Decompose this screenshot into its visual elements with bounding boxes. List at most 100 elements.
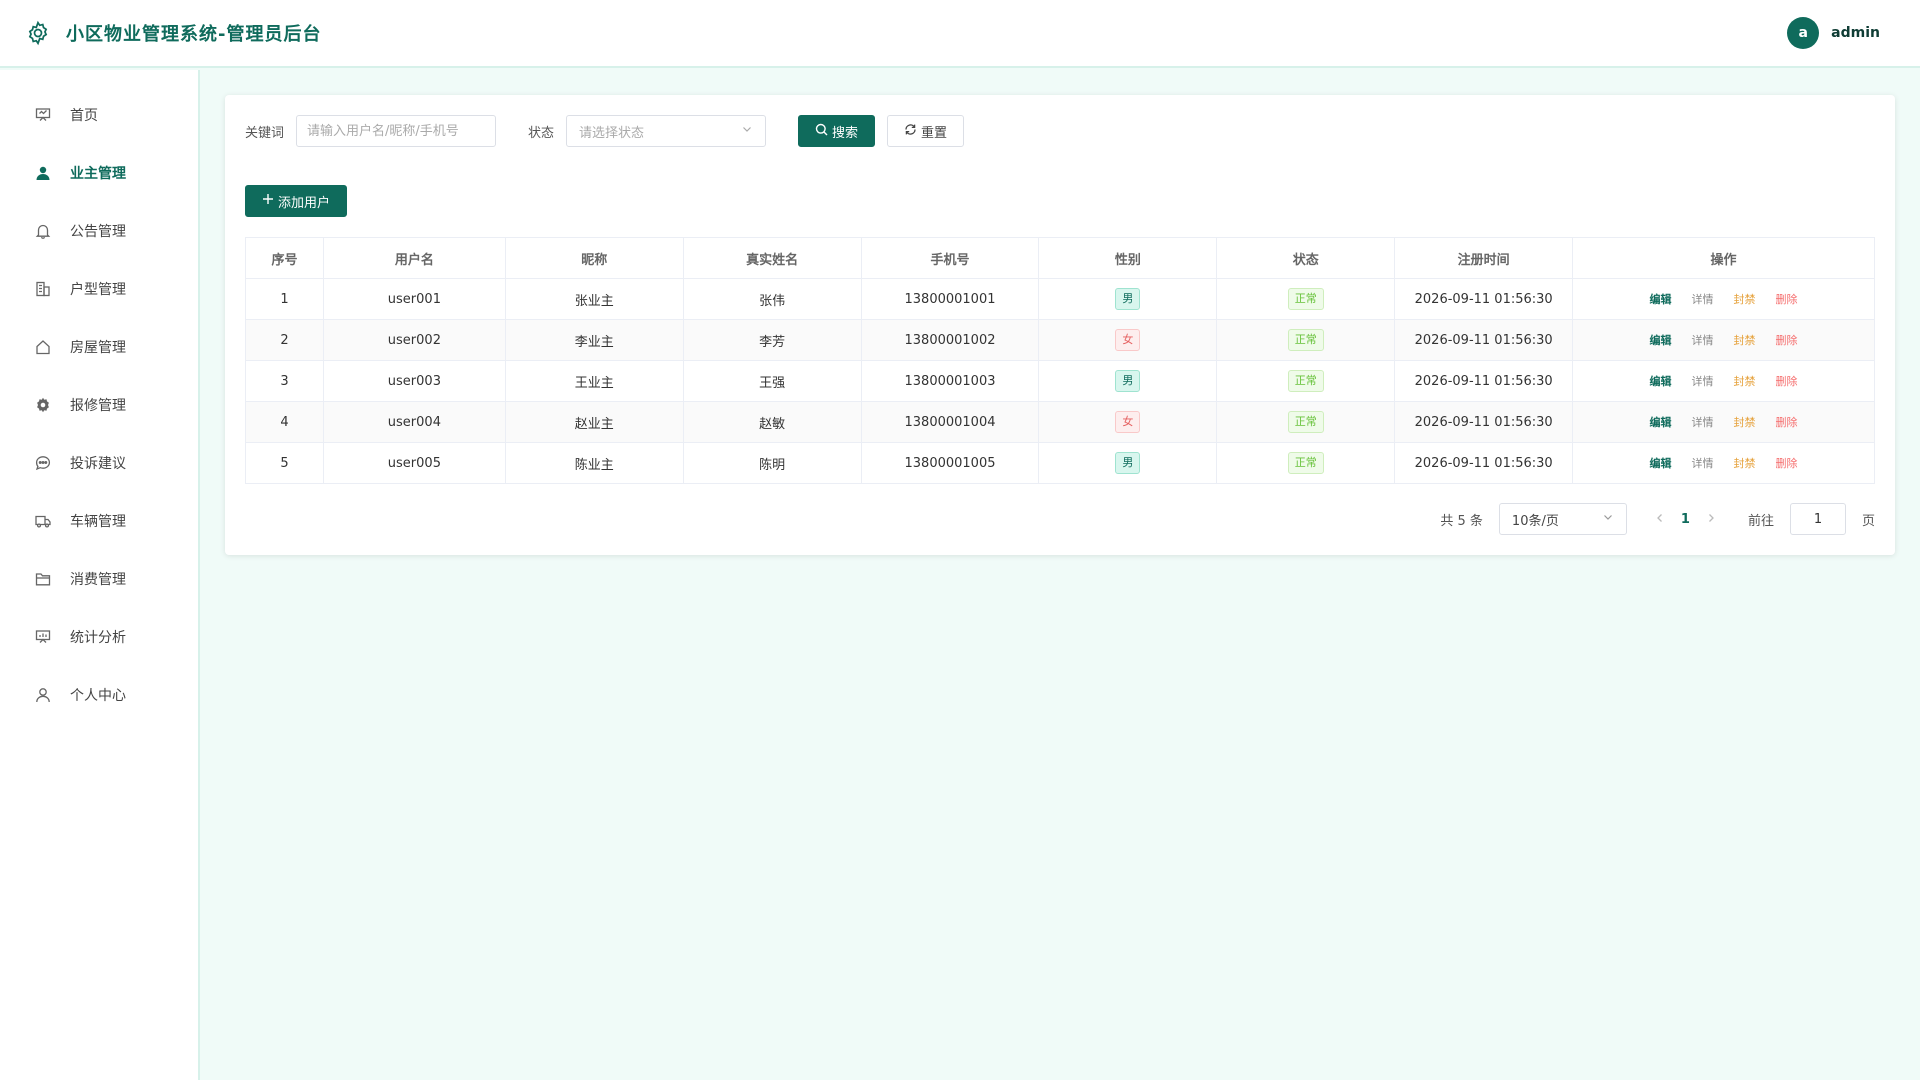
sidebar-item-complaints[interactable]: 投诉建议 xyxy=(0,434,198,492)
delete-link[interactable]: 删除 xyxy=(1776,414,1798,430)
cell-nickname: 王业主 xyxy=(504,360,684,402)
cell-nickname: 张业主 xyxy=(504,278,684,320)
edit-link[interactable]: 编辑 xyxy=(1650,332,1672,348)
ban-link[interactable]: 封禁 xyxy=(1734,373,1756,389)
edit-link[interactable]: 编辑 xyxy=(1650,373,1672,389)
column-header: 真实姓名 xyxy=(682,237,862,279)
sidebar-item-label: 首页 xyxy=(70,108,98,124)
delete-link[interactable]: 删除 xyxy=(1776,291,1798,307)
user-filled-icon xyxy=(34,164,52,182)
sidebar-item-label: 公告管理 xyxy=(70,224,126,240)
delete-link[interactable]: 删除 xyxy=(1776,332,1798,348)
cell-nickname: 陈业主 xyxy=(504,442,684,484)
cell-phone: 13800001001 xyxy=(860,278,1040,320)
column-header: 序号 xyxy=(245,237,324,279)
detail-link[interactable]: 详情 xyxy=(1692,414,1714,430)
sidebar-item-unit-types[interactable]: 户型管理 xyxy=(0,260,198,318)
detail-link[interactable]: 详情 xyxy=(1692,373,1714,389)
sidebar-item-label: 统计分析 xyxy=(70,630,126,646)
sidebar-item-houses[interactable]: 房屋管理 xyxy=(0,318,198,376)
sidebar-item-consumption[interactable]: 消费管理 xyxy=(0,550,198,608)
keyword-input[interactable] xyxy=(296,115,497,147)
avatar[interactable]: a xyxy=(1787,17,1820,49)
user-menu[interactable]: a admin xyxy=(1787,17,1896,49)
sidebar-item-statistics[interactable]: 统计分析 xyxy=(0,608,198,666)
gender-tag: 男 xyxy=(1115,452,1141,474)
column-header: 昵称 xyxy=(504,237,684,279)
cell-gender: 男 xyxy=(1038,442,1218,484)
reset-button[interactable]: 重置 xyxy=(887,115,965,147)
column-header: 手机号 xyxy=(860,237,1040,279)
add-user-button[interactable]: 添加用户 xyxy=(245,185,348,217)
cell-nickname: 赵业主 xyxy=(504,401,684,443)
ban-link[interactable]: 封禁 xyxy=(1734,332,1756,348)
chat-icon xyxy=(34,454,52,472)
sidebar-item-profile[interactable]: 个人中心 xyxy=(0,666,198,724)
next-page-icon[interactable] xyxy=(1706,511,1716,527)
user-name[interactable]: admin xyxy=(1831,25,1880,41)
cell-username: user005 xyxy=(322,442,506,484)
sidebar-item-label: 房屋管理 xyxy=(70,340,126,356)
total-count: 共 5 条 xyxy=(1440,513,1483,529)
table-row: 1 user001 张业主 张伟 13800001001 男 正常 2026-0… xyxy=(245,278,1875,320)
column-header: 注册时间 xyxy=(1394,237,1574,279)
cell-realname: 陈明 xyxy=(682,442,862,484)
search-button-label: 搜索 xyxy=(832,125,859,141)
user-icon xyxy=(34,686,52,704)
goto-page-input[interactable] xyxy=(1789,503,1846,535)
status-tag: 正常 xyxy=(1287,288,1324,310)
sidebar-item-owners[interactable]: 业主管理 xyxy=(0,144,198,202)
table-header-row: 序号 用户名 昵称 真实姓名 手机号 性别 状态 注册时间 操作 xyxy=(245,237,1875,279)
column-header: 用户名 xyxy=(322,237,506,279)
status-select-placeholder: 请选择状态 xyxy=(579,125,645,141)
detail-link[interactable]: 详情 xyxy=(1692,332,1714,348)
page-size-select[interactable]: 10条/页 xyxy=(1498,503,1627,535)
ban-link[interactable]: 封禁 xyxy=(1734,455,1756,471)
edit-link[interactable]: 编辑 xyxy=(1650,414,1672,430)
prev-page-icon[interactable] xyxy=(1655,511,1665,527)
gear-logo-icon xyxy=(24,19,52,47)
page-size-value: 10条/页 xyxy=(1511,513,1559,529)
cell-actions: 编辑 详情 封禁 删除 xyxy=(1572,360,1875,402)
detail-link[interactable]: 详情 xyxy=(1692,291,1714,307)
cell-realname: 李芳 xyxy=(682,319,862,361)
status-select[interactable]: 请选择状态 xyxy=(566,115,767,147)
search-button[interactable]: 搜索 xyxy=(798,115,876,147)
sidebar-item-label: 报修管理 xyxy=(70,398,126,414)
cell-gender: 女 xyxy=(1038,319,1218,361)
gender-tag: 男 xyxy=(1115,370,1141,392)
cell-phone: 13800001003 xyxy=(860,360,1040,402)
sidebar-item-home[interactable]: 首页 xyxy=(0,86,198,144)
gear-icon xyxy=(34,396,52,414)
table-row: 5 user005 陈业主 陈明 13800001005 男 正常 2026-0… xyxy=(245,442,1875,484)
cell-username: user004 xyxy=(322,401,506,443)
presentation-icon xyxy=(34,106,52,124)
house-icon xyxy=(34,338,52,356)
cell-gender: 女 xyxy=(1038,401,1218,443)
sidebar-item-label: 业主管理 xyxy=(70,166,126,182)
sidebar-item-announcements[interactable]: 公告管理 xyxy=(0,202,198,260)
delete-link[interactable]: 删除 xyxy=(1776,373,1798,389)
sidebar: 首页 业主管理 公告管理 户型管理 房屋管理 报修管理 投诉建议 车辆管理 消费… xyxy=(0,70,200,1080)
sidebar-item-vehicles[interactable]: 车辆管理 xyxy=(0,492,198,550)
top-header: 小区物业管理系统-管理员后台 a admin xyxy=(0,0,1920,68)
table-row: 4 user004 赵业主 赵敏 13800001004 女 正常 2026-0… xyxy=(245,401,1875,443)
reset-button-label: 重置 xyxy=(921,125,948,141)
add-user-button-label: 添加用户 xyxy=(278,195,331,211)
delete-link[interactable]: 删除 xyxy=(1776,455,1798,471)
search-icon xyxy=(815,123,828,140)
sidebar-item-repairs[interactable]: 报修管理 xyxy=(0,376,198,434)
page-number-current[interactable]: 1 xyxy=(1681,512,1690,527)
cell-status: 正常 xyxy=(1216,360,1396,402)
status-tag: 正常 xyxy=(1287,329,1324,351)
status-tag: 正常 xyxy=(1287,411,1324,433)
edit-link[interactable]: 编辑 xyxy=(1650,455,1672,471)
table-row: 3 user003 王业主 王强 13800001003 男 正常 2026-0… xyxy=(245,360,1875,402)
ban-link[interactable]: 封禁 xyxy=(1734,414,1756,430)
column-header: 操作 xyxy=(1572,237,1875,279)
edit-link[interactable]: 编辑 xyxy=(1650,291,1672,307)
detail-link[interactable]: 详情 xyxy=(1692,455,1714,471)
ban-link[interactable]: 封禁 xyxy=(1734,291,1756,307)
owner-management-card: 关键词 状态 请选择状态 搜索 重置 添加用户 xyxy=(225,95,1895,555)
gender-tag: 女 xyxy=(1115,411,1141,433)
